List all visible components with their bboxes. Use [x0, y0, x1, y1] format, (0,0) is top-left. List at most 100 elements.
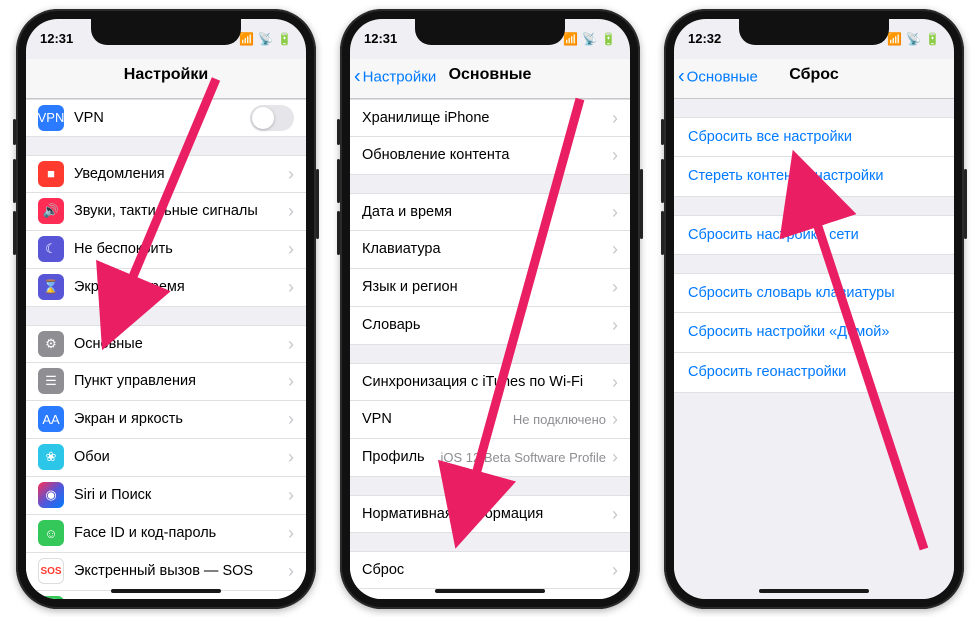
reset-option[interactable]: Сбросить словарь клавиатуры: [674, 273, 954, 313]
phone-frame-3: 12:32 📶 📡 🔋 ‹ Основные Сброс Сбросить вс…: [664, 9, 964, 609]
row-label: Синхронизация с iTunes по Wi-Fi: [362, 374, 610, 390]
settings-row[interactable]: Дата и время ›: [350, 193, 630, 231]
settings-row[interactable]: Словарь ›: [350, 307, 630, 345]
battery-icon: 🔋: [925, 32, 940, 46]
battery-icon: 🔋: [277, 32, 292, 46]
reset-option[interactable]: Сбросить настройки сети: [674, 215, 954, 255]
status-time: 12:31: [364, 31, 397, 46]
chevron-right-icon: ›: [612, 240, 618, 258]
chevron-right-icon: ›: [612, 316, 618, 334]
row-value: iOS 12 Beta Software Profile: [441, 450, 606, 465]
settings-row[interactable]: Язык и регион ›: [350, 269, 630, 307]
chevron-right-icon: ›: [612, 278, 618, 296]
settings-row[interactable]: Профиль iOS 12 Beta Software Profile ›: [350, 439, 630, 477]
chevron-right-icon: ›: [288, 165, 294, 183]
chevron-right-icon: ›: [288, 240, 294, 258]
settings-row[interactable]: Клавиатура ›: [350, 231, 630, 269]
signal-icon: 📶: [887, 32, 902, 46]
row-label: Siri и Поиск: [74, 487, 286, 503]
page-title: Основные: [449, 66, 532, 84]
settings-row[interactable]: ◉ Siri и Поиск ›: [26, 477, 306, 515]
settings-row[interactable]: ❀ Обои ›: [26, 439, 306, 477]
row-value: Не подключено: [513, 412, 606, 427]
row-icon: ☾: [38, 236, 64, 262]
reset-list[interactable]: Сбросить все настройки Стереть контент и…: [674, 99, 954, 599]
chevron-right-icon: ›: [288, 486, 294, 504]
settings-row[interactable]: ⌛ Экранное время ›: [26, 269, 306, 307]
wifi-icon: 📡: [906, 32, 921, 46]
reset-label: Стереть контент и настройки: [688, 168, 883, 184]
row-label: Не беспокоить: [74, 241, 286, 257]
signal-icon: 📶: [563, 32, 578, 46]
reset-option[interactable]: Сбросить все настройки: [674, 117, 954, 157]
settings-row[interactable]: Синхронизация с iTunes по Wi-Fi ›: [350, 363, 630, 401]
row-icon: ⌛: [38, 274, 64, 300]
home-indicator[interactable]: [111, 589, 221, 593]
chevron-right-icon: ›: [612, 146, 618, 164]
vpn-toggle[interactable]: [250, 105, 294, 131]
reset-option[interactable]: Стереть контент и настройки: [674, 157, 954, 197]
settings-row[interactable]: SOS Экстренный вызов — SOS ›: [26, 553, 306, 591]
home-indicator[interactable]: [435, 589, 545, 593]
reset-option[interactable]: Сбросить геонастройки: [674, 353, 954, 393]
row-label: Звуки, тактильные сигналы: [74, 203, 286, 219]
wifi-icon: 📡: [582, 32, 597, 46]
settings-row[interactable]: 🔊 Звуки, тактильные сигналы ›: [26, 193, 306, 231]
page-title: Сброс: [789, 66, 838, 84]
settings-row[interactable]: ⚙ Основные ›: [26, 325, 306, 363]
phone-frame-1: 12:31 📶 📡 🔋 Настройки VPN VPN ■ Уведомле…: [16, 9, 316, 609]
row-label: Сброс: [362, 562, 610, 578]
row-icon: ◉: [38, 482, 64, 508]
home-indicator[interactable]: [759, 589, 869, 593]
chevron-right-icon: ›: [288, 372, 294, 390]
chevron-right-icon: ›: [288, 335, 294, 353]
chevron-left-icon: ‹: [678, 65, 685, 88]
settings-row[interactable]: VPN Не подключено›: [350, 401, 630, 439]
row-label: Основные: [74, 336, 286, 352]
row-icon: AA: [38, 406, 64, 432]
chevron-right-icon: ›: [612, 448, 618, 466]
row-label: Нормативная информация: [362, 506, 610, 522]
row-icon: SOS: [38, 558, 64, 584]
row-icon: 🔊: [38, 198, 64, 224]
chevron-right-icon: ›: [612, 373, 618, 391]
settings-row[interactable]: ☰ Пункт управления ›: [26, 363, 306, 401]
settings-row[interactable]: Сброс ›: [350, 551, 630, 589]
row-label: Словарь: [362, 317, 610, 333]
back-button[interactable]: ‹ Настройки: [354, 65, 436, 88]
row-label: Клавиатура: [362, 241, 610, 257]
row-label: Профиль: [362, 449, 441, 465]
general-list[interactable]: Хранилище iPhone › Обновление контента ›…: [350, 99, 630, 599]
row-label: Обновление контента: [362, 147, 610, 163]
settings-list[interactable]: VPN VPN ■ Уведомления › 🔊 Звуки, тактиль…: [26, 99, 306, 599]
row-label: Обои: [74, 449, 286, 465]
settings-row[interactable]: Нормативная информация ›: [350, 495, 630, 533]
settings-row[interactable]: ☾ Не беспокоить ›: [26, 231, 306, 269]
back-label: Основные: [687, 68, 758, 85]
status-time: 12:32: [688, 31, 721, 46]
back-button[interactable]: ‹ Основные: [678, 65, 758, 88]
settings-row[interactable]: AA Экран и яркость ›: [26, 401, 306, 439]
vpn-label: VPN: [74, 110, 250, 126]
settings-row[interactable]: Хранилище iPhone ›: [350, 99, 630, 137]
chevron-right-icon: ›: [612, 203, 618, 221]
reset-label: Сбросить настройки сети: [688, 227, 859, 243]
row-label: Пункт управления: [74, 373, 286, 389]
reset-option[interactable]: Сбросить настройки «Домой»: [674, 313, 954, 353]
vpn-icon: VPN: [38, 105, 64, 131]
chevron-right-icon: ›: [612, 561, 618, 579]
row-label: Экранное время: [74, 279, 286, 295]
chevron-right-icon: ›: [612, 109, 618, 127]
settings-row[interactable]: ■ Уведомления ›: [26, 155, 306, 193]
status-time: 12:31: [40, 31, 73, 46]
page-title: Настройки: [124, 66, 208, 84]
notch: [739, 19, 889, 45]
settings-row[interactable]: ☺ Face ID и код-пароль ›: [26, 515, 306, 553]
reset-label: Сбросить настройки «Домой»: [688, 324, 889, 340]
row-label: VPN: [362, 411, 513, 427]
row-icon: ■: [38, 161, 64, 187]
vpn-row[interactable]: VPN VPN: [26, 99, 306, 137]
row-label: Уведомления: [74, 166, 286, 182]
row-label: Дата и время: [362, 204, 610, 220]
settings-row[interactable]: Обновление контента ›: [350, 137, 630, 175]
